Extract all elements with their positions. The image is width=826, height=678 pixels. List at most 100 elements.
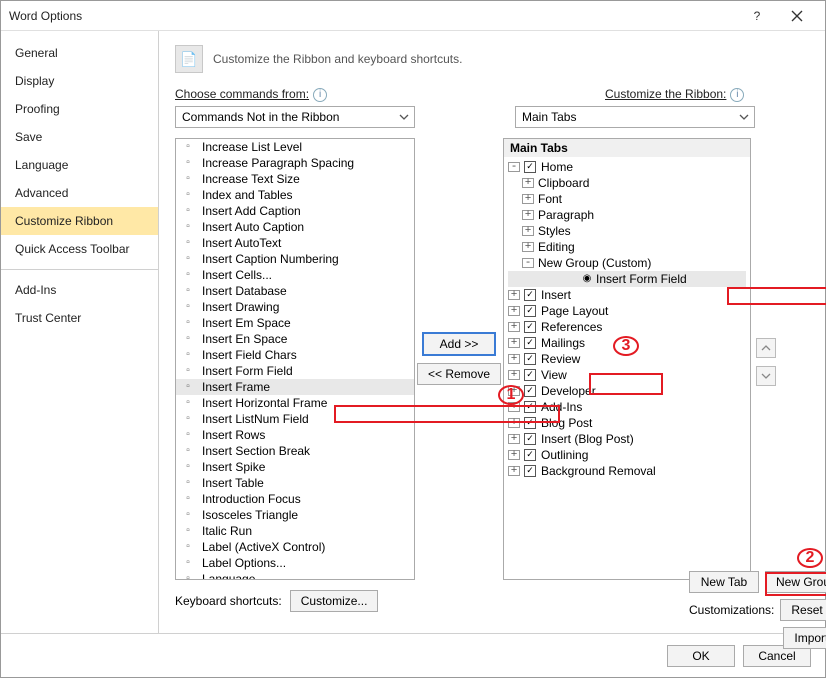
command-list-item[interactable]: ▫Insert Em Space (176, 315, 414, 331)
command-list-item[interactable]: ▫Isosceles Triangle (176, 507, 414, 523)
command-list-item[interactable]: ▫Insert Form Field (176, 363, 414, 379)
sidebar-item-save[interactable]: Save (1, 123, 158, 151)
tree-node[interactable]: +✓Review (508, 351, 746, 367)
command-list-item[interactable]: ▫Insert Field Chars (176, 347, 414, 363)
command-list-item[interactable]: ▫Insert Cells... (176, 267, 414, 283)
command-list-item[interactable]: ▫Label Options... (176, 555, 414, 571)
checkbox[interactable]: ✓ (524, 433, 536, 445)
tree-node[interactable]: +✓Insert (508, 287, 746, 303)
sidebar-item-display[interactable]: Display (1, 67, 158, 95)
tree-node[interactable]: +✓Blog Post (508, 415, 746, 431)
sidebar-item-trust-center[interactable]: Trust Center (1, 304, 158, 332)
command-list-item[interactable]: ▫Insert ListNum Field (176, 411, 414, 427)
checkbox[interactable]: ✓ (524, 401, 536, 413)
command-list-item[interactable]: ▫Insert En Space (176, 331, 414, 347)
expand-icon[interactable]: + (508, 450, 520, 460)
command-list-item[interactable]: ▫Introduction Focus (176, 491, 414, 507)
close-button[interactable] (777, 2, 817, 30)
tree-node[interactable]: +✓References (508, 319, 746, 335)
expand-icon[interactable]: + (522, 178, 534, 188)
reset-button[interactable]: Reset ▼ (780, 599, 826, 621)
checkbox[interactable]: ✓ (524, 289, 536, 301)
checkbox[interactable]: ✓ (524, 161, 536, 173)
tree-node[interactable]: +✓Page Layout (508, 303, 746, 319)
checkbox[interactable]: ✓ (524, 385, 536, 397)
expand-icon[interactable]: + (522, 242, 534, 252)
checkbox[interactable]: ✓ (524, 465, 536, 477)
expand-icon[interactable]: + (508, 306, 520, 316)
expand-icon[interactable]: + (508, 402, 520, 412)
help-button[interactable]: ? (737, 2, 777, 30)
expand-icon[interactable]: + (522, 210, 534, 220)
collapse-icon[interactable]: - (522, 258, 534, 268)
command-list-item[interactable]: ▫Insert Horizontal Frame (176, 395, 414, 411)
ribbon-tree[interactable]: Main Tabs -✓Home+Clipboard+Font+Paragrap… (503, 138, 751, 580)
command-list-item[interactable]: ▫Insert Spike (176, 459, 414, 475)
checkbox[interactable]: ✓ (524, 449, 536, 461)
tree-node[interactable]: +✓Background Removal (508, 463, 746, 479)
sidebar-item-proofing[interactable]: Proofing (1, 95, 158, 123)
expand-icon[interactable]: + (508, 434, 520, 444)
import-export-button[interactable]: Import/Export ▼ (783, 627, 826, 649)
command-list-item[interactable]: ▫Insert Section Break (176, 443, 414, 459)
tree-node[interactable]: +✓Outlining (508, 447, 746, 463)
tree-node-home[interactable]: -✓Home (508, 159, 746, 175)
commands-listbox[interactable]: ▫Increase List Level▫Increase Paragraph … (175, 138, 415, 580)
expand-icon[interactable]: + (508, 338, 520, 348)
sidebar-item-customize-ribbon[interactable]: Customize Ribbon (1, 207, 158, 235)
command-list-item[interactable]: ▫Insert Database (176, 283, 414, 299)
expand-icon[interactable]: + (522, 226, 534, 236)
command-list-item[interactable]: ▫Insert Frame (176, 379, 414, 395)
customize-shortcuts-button[interactable]: Customize... (290, 590, 379, 612)
collapse-icon[interactable]: - (508, 162, 520, 172)
checkbox[interactable]: ✓ (524, 305, 536, 317)
tree-node[interactable]: +Font (508, 191, 746, 207)
sidebar-item-language[interactable]: Language (1, 151, 158, 179)
command-list-item[interactable]: ▫Italic Run (176, 523, 414, 539)
tree-node-newgroup[interactable]: -New Group (Custom) (508, 255, 746, 271)
tree-node[interactable]: +Paragraph (508, 207, 746, 223)
command-list-item[interactable]: ▫Insert Caption Numbering (176, 251, 414, 267)
tree-node[interactable]: +Clipboard (508, 175, 746, 191)
checkbox[interactable]: ✓ (524, 353, 536, 365)
tree-node-insert-form-field[interactable]: ◉Insert Form Field (508, 271, 746, 287)
expand-icon[interactable]: + (508, 386, 520, 396)
expand-icon[interactable]: + (508, 354, 520, 364)
expand-icon[interactable]: + (522, 194, 534, 204)
checkbox[interactable]: ✓ (524, 369, 536, 381)
tree-node[interactable]: +Styles (508, 223, 746, 239)
tree-node[interactable]: +✓Add-Ins (508, 399, 746, 415)
command-list-item[interactable]: ▫Insert Table (176, 475, 414, 491)
expand-icon[interactable]: + (508, 418, 520, 428)
tree-node[interactable]: +✓Developer (508, 383, 746, 399)
sidebar-item-qat[interactable]: Quick Access Toolbar (1, 235, 158, 263)
command-list-item[interactable]: ▫Insert Rows (176, 427, 414, 443)
command-list-item[interactable]: ▫Insert Auto Caption (176, 219, 414, 235)
move-down-button[interactable] (756, 366, 776, 386)
info-icon[interactable]: i (313, 88, 327, 102)
tree-node[interactable]: +✓Mailings (508, 335, 746, 351)
command-list-item[interactable]: ▫Insert Drawing (176, 299, 414, 315)
checkbox[interactable]: ✓ (524, 337, 536, 349)
checkbox[interactable]: ✓ (524, 321, 536, 333)
command-list-item[interactable]: ▫Increase Paragraph Spacing (176, 155, 414, 171)
command-list-item[interactable]: ▫Insert Add Caption (176, 203, 414, 219)
tree-node[interactable]: +✓Insert (Blog Post) (508, 431, 746, 447)
tree-node[interactable]: +Editing (508, 239, 746, 255)
sidebar-item-advanced[interactable]: Advanced (1, 179, 158, 207)
expand-icon[interactable]: + (508, 370, 520, 380)
info-icon[interactable]: i (730, 88, 744, 102)
new-group-button[interactable]: New Group (765, 571, 826, 593)
expand-icon[interactable]: + (508, 290, 520, 300)
move-up-button[interactable] (756, 338, 776, 358)
sidebar-item-addins[interactable]: Add-Ins (1, 276, 158, 304)
checkbox[interactable]: ✓ (524, 417, 536, 429)
expand-icon[interactable]: + (508, 322, 520, 332)
command-list-item[interactable]: ▫Insert AutoText (176, 235, 414, 251)
add-button[interactable]: Add >> (423, 333, 495, 355)
sidebar-item-general[interactable]: General (1, 39, 158, 67)
choose-commands-combo[interactable]: Commands Not in the Ribbon (175, 106, 415, 128)
expand-icon[interactable]: + (508, 466, 520, 476)
command-list-item[interactable]: ▫Increase Text Size (176, 171, 414, 187)
tree-node[interactable]: +✓View (508, 367, 746, 383)
